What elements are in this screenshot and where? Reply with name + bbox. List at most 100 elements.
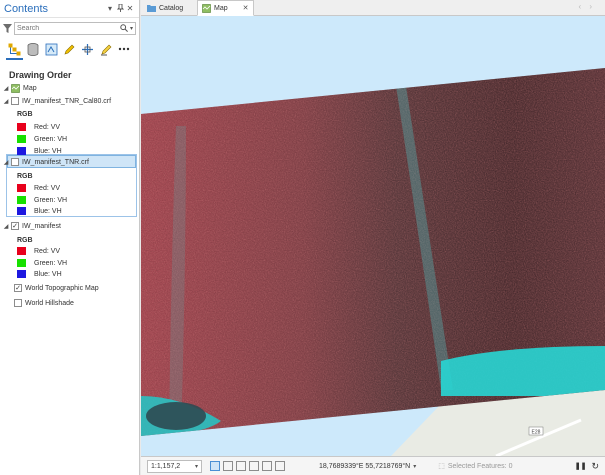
visibility-checkbox[interactable]: ✓ <box>14 284 22 292</box>
pause-icon[interactable]: ❚❚ <box>575 462 587 470</box>
collapse-icon[interactable]: ◢ <box>3 85 9 92</box>
visibility-checkbox[interactable] <box>11 158 19 166</box>
band-row-green: Green: VH <box>17 195 67 205</box>
map-view[interactable]: E28 <box>141 16 605 456</box>
close-icon[interactable]: ✕ <box>125 4 135 13</box>
layer-name: World Hillshade <box>25 299 74 307</box>
band-label: Red: VV <box>34 123 61 131</box>
search-input[interactable] <box>17 24 120 32</box>
tab-catalog[interactable]: Catalog <box>143 0 187 16</box>
list-by-selection-button[interactable] <box>45 42 58 56</box>
search-icon[interactable] <box>120 24 128 32</box>
band-label: Blue: VH <box>34 147 62 155</box>
refresh-icon[interactable] <box>275 461 285 471</box>
band-swatch <box>17 184 26 192</box>
coordinates-text: 18,7689339°E 55,7218769°N <box>319 462 411 470</box>
selection-list-icon <box>45 43 58 55</box>
tree-layer-cal80[interactable]: ◢ IW_manifest_TNR_Cal80.crf <box>3 95 139 107</box>
rgb-label: RGB <box>17 111 33 118</box>
snapping-icon[interactable] <box>249 461 259 471</box>
filter-icon[interactable] <box>3 23 12 33</box>
contents-title: Contents <box>4 2 49 15</box>
list-by-data-source-button[interactable] <box>26 42 39 56</box>
tree-layer-tnr[interactable]: ◢ IW_manifest_TNR.crf <box>3 156 139 168</box>
status-tools <box>210 461 285 471</box>
fixed-zoom-icon[interactable] <box>210 461 220 471</box>
grid-icon[interactable] <box>223 461 233 471</box>
contents-header: Contents ▾ ✕ <box>0 0 139 18</box>
selected-features: ⬚ Selected Features: 0 <box>438 462 513 471</box>
measure-icon[interactable] <box>236 461 246 471</box>
tree-layer-hillshade[interactable]: World Hillshade <box>14 297 139 309</box>
band-label: Green: VH <box>34 135 68 143</box>
refresh-icon[interactable]: ↻ <box>591 461 599 472</box>
drawing-order-title: Drawing Order <box>9 70 72 80</box>
drawing-order-icon <box>8 43 21 55</box>
layer-name: IW_manifest_TNR.crf <box>22 158 89 166</box>
band-swatch <box>17 247 26 255</box>
tab-scroll-arrows[interactable]: ‹ › <box>578 2 595 11</box>
status-right-controls: ❚❚ ↻ <box>575 461 599 472</box>
tree-layer-manifest[interactable]: ◢ ✓ IW_manifest <box>3 220 139 232</box>
tab-map[interactable]: Map ✕ <box>197 0 254 16</box>
layer-name: IW_manifest <box>22 222 61 230</box>
band-label: Red: VV <box>34 184 61 192</box>
visibility-checkbox[interactable]: ✓ <box>11 222 19 230</box>
collapse-icon[interactable]: ◢ <box>3 159 9 166</box>
band-row-green: Green: VH <box>17 134 67 144</box>
chevron-down-icon[interactable]: ▾ <box>195 463 198 470</box>
scale-dropdown[interactable]: 1:1,157,2 ▾ <box>147 459 202 473</box>
collapse-icon[interactable]: ◢ <box>3 223 9 230</box>
band-row-green: Green: VH <box>17 258 67 268</box>
band-label: Blue: VH <box>34 270 62 278</box>
band-swatch <box>17 270 26 278</box>
pin-icon[interactable] <box>115 3 125 14</box>
band-swatch <box>17 259 26 267</box>
map-canvas: E28 <box>141 16 605 456</box>
list-by-snapping-button[interactable] <box>81 42 94 56</box>
search-box: ▾ <box>14 21 136 35</box>
rgb-label: RGB <box>17 237 33 244</box>
chevron-down-icon[interactable]: ▾ <box>130 25 133 32</box>
visibility-checkbox[interactable] <box>11 97 19 105</box>
map-label: Map <box>23 84 37 92</box>
collapse-icon[interactable]: ◢ <box>3 98 9 105</box>
options-dropdown-icon[interactable]: ▾ <box>105 4 115 13</box>
band-swatch <box>17 196 26 204</box>
search-row: ▾ <box>0 20 139 36</box>
band-swatch <box>17 123 26 131</box>
band-swatch <box>17 147 26 155</box>
snapping-icon <box>82 43 94 55</box>
map-icon <box>11 83 20 93</box>
visibility-checkbox[interactable] <box>14 299 22 307</box>
layer-name: World Topographic Map <box>25 284 99 292</box>
tree-map-row[interactable]: ◢ Map <box>3 82 139 94</box>
band-row-red: Red: VV <box>17 246 60 256</box>
tab-label: Map <box>214 4 228 12</box>
chevron-down-icon[interactable]: ▾ <box>413 463 416 470</box>
list-by-editing-button[interactable] <box>63 42 76 56</box>
contents-pane: Contents ▾ ✕ ▾ <box>0 0 140 475</box>
pencil-icon <box>64 44 75 54</box>
list-by-drawing-order-button[interactable] <box>5 42 24 60</box>
navigator-icon[interactable] <box>262 461 272 471</box>
database-icon <box>27 42 39 56</box>
band-swatch <box>17 207 26 215</box>
band-label: Blue: VH <box>34 207 62 215</box>
tab-label: Catalog <box>159 4 184 12</box>
scale-value: 1:1,157,2 <box>151 462 181 470</box>
band-row-red: Red: VV <box>17 122 60 132</box>
status-bar: 1:1,157,2 ▾ 18,7689339°E 55,7218769°N ▾ … <box>141 456 605 475</box>
catalog-icon <box>147 5 156 12</box>
selection-icon: ⬚ <box>438 463 445 470</box>
list-by-labeling-button[interactable] <box>99 42 112 56</box>
selected-features-text: Selected Features: 0 <box>447 462 513 470</box>
band-label: Red: VV <box>34 247 61 255</box>
more-options-icon[interactable] <box>118 42 131 56</box>
labeling-icon <box>100 44 111 55</box>
coordinate-readout: 18,7689339°E 55,7218769°N ▾ <box>319 463 416 470</box>
tree-layer-topo[interactable]: ✓ World Topographic Map <box>14 282 139 294</box>
map-icon <box>202 3 211 13</box>
view-tab-bar: Catalog Map ✕ ‹ › <box>141 0 605 16</box>
close-icon[interactable]: ✕ <box>243 4 249 12</box>
